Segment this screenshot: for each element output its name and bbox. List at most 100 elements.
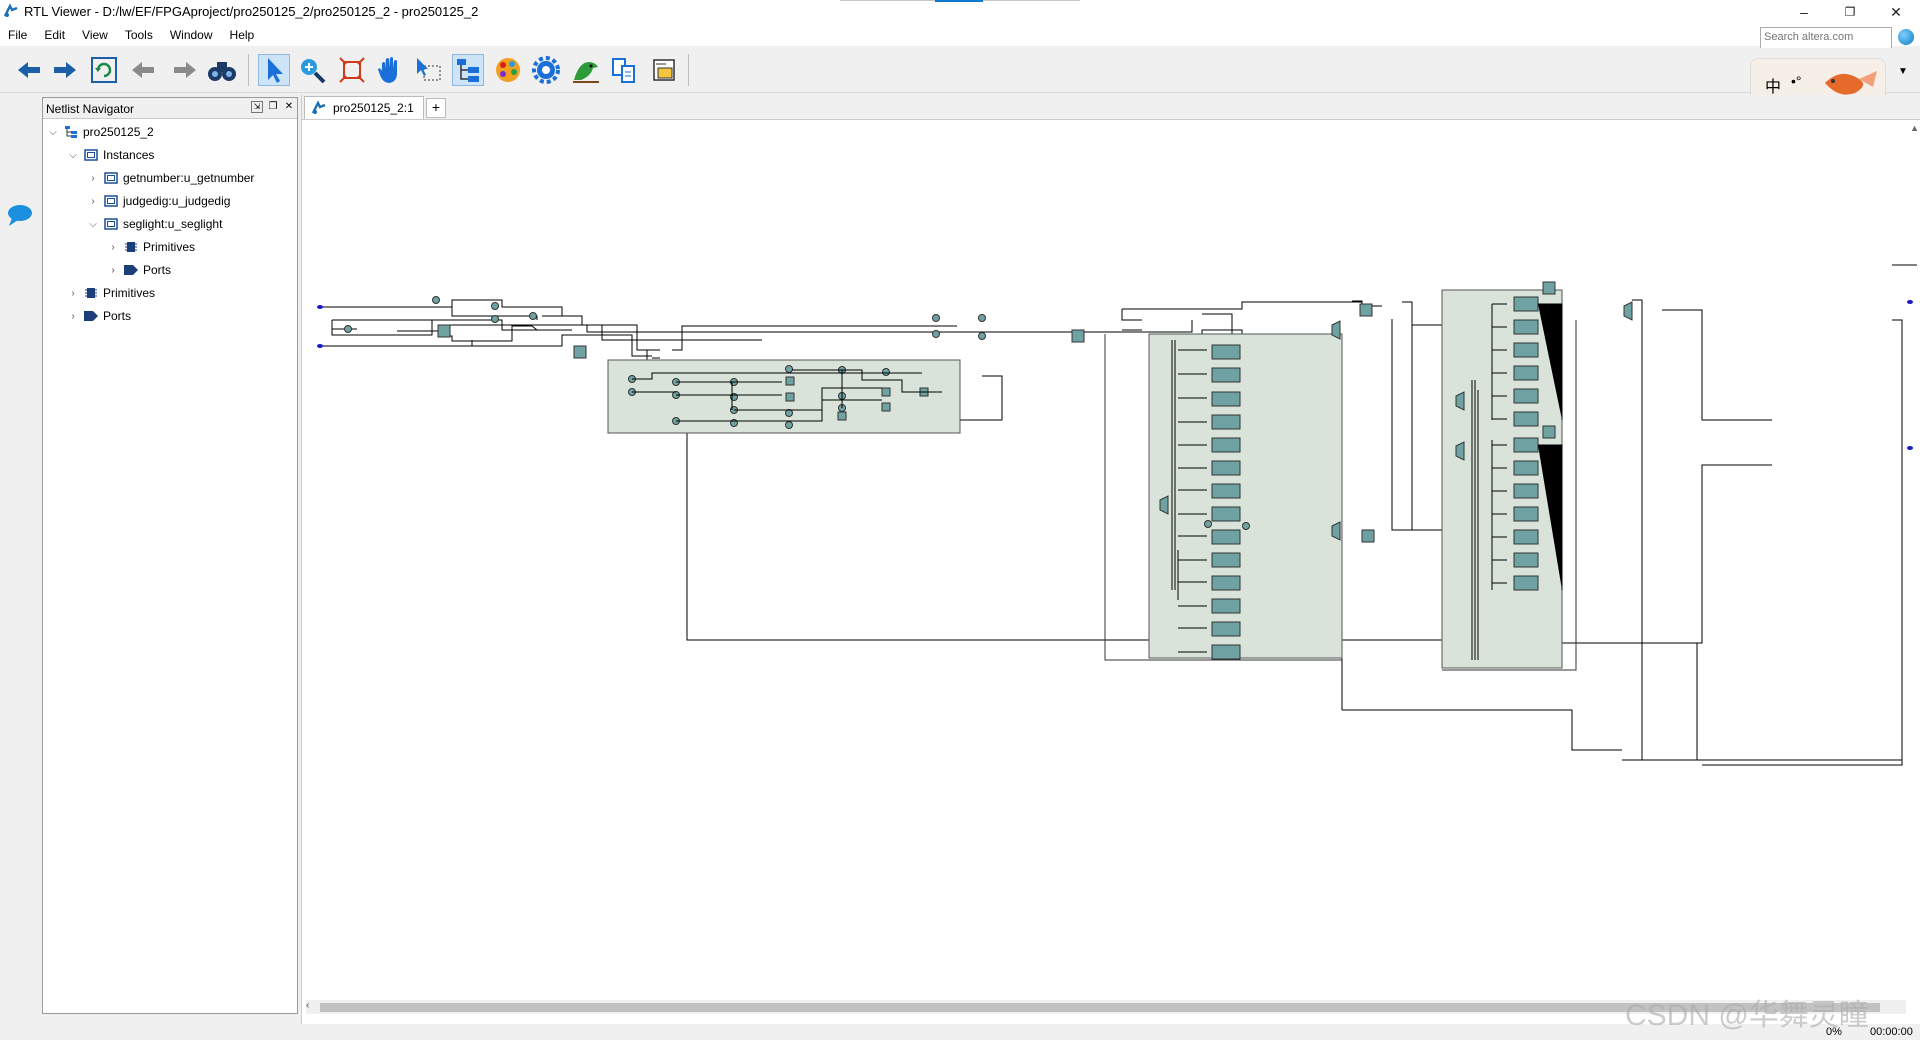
fit-window-button[interactable] <box>336 54 368 86</box>
instance-icon <box>83 147 99 163</box>
menu-file[interactable]: File <box>0 24 36 46</box>
globe-icon[interactable] <box>1898 29 1914 45</box>
output-port[interactable] <box>1907 300 1913 304</box>
menu-view[interactable]: View <box>74 24 117 46</box>
tab-label: pro250125_2:1 <box>333 101 414 115</box>
navigator-header: Netlist Navigator ⇲ ❐ ✕ <box>43 98 297 119</box>
color-button[interactable] <box>492 54 524 86</box>
menu-tools[interactable]: Tools <box>117 24 162 46</box>
export-button[interactable] <box>608 54 640 86</box>
output-port[interactable] <box>1907 446 1913 450</box>
instance-block-seglight-a[interactable] <box>1148 333 1343 659</box>
hand-pan-icon <box>378 57 397 83</box>
tree-item-label: Primitives <box>103 286 156 300</box>
instance-icon <box>103 216 119 232</box>
collapse-chevron-icon[interactable]: ⌵ <box>67 150 79 161</box>
toolbar-separator <box>688 54 689 86</box>
register-cell[interactable] <box>1359 303 1373 317</box>
watermark-text: CSDN @华舞灵瞳 <box>1625 999 1869 1032</box>
toolbar-overflow-arrow[interactable]: ▼ <box>1898 66 1908 77</box>
tree-item-instances[interactable]: ⌵ Instances <box>67 145 154 165</box>
pin-icon[interactable]: ⇲ <box>251 101 263 113</box>
close-panel-icon[interactable]: ✕ <box>283 101 295 113</box>
window-title: RTL Viewer - D:/lw/EF/FPGAproject/pro250… <box>24 4 479 19</box>
tree-item-label: Ports <box>103 309 132 323</box>
tree-item-label: judgedig:u_judgedig <box>123 194 231 208</box>
hierarchy-netlist-icon <box>457 59 479 82</box>
hierarchy-button[interactable] <box>452 54 484 86</box>
print-button[interactable] <box>648 54 680 86</box>
tree-item-seglight[interactable]: ⌵ seglight:u_seglight <box>87 214 222 234</box>
previous-icon <box>132 62 154 78</box>
menu-help[interactable]: Help <box>222 24 264 46</box>
pan-tool-button[interactable] <box>374 54 406 86</box>
tree-item-label: Instances <box>103 148 155 162</box>
tab-pro250125-2[interactable]: pro250125_2:1 <box>304 96 424 119</box>
expand-chevron-icon[interactable]: › <box>107 265 119 276</box>
register-cell[interactable] <box>1542 425 1556 439</box>
expand-chevron-icon[interactable]: › <box>67 311 79 322</box>
tree-item-primitives[interactable]: › Primitives <box>67 283 155 303</box>
toolbar-separator <box>248 54 249 86</box>
area-select-button[interactable] <box>412 54 444 86</box>
ime-chinese-label[interactable]: 中 <box>1765 73 1781 97</box>
expand-chevron-icon[interactable]: › <box>87 196 99 207</box>
input-port[interactable] <box>317 305 323 309</box>
add-tab-button[interactable]: + <box>426 98 446 118</box>
refresh-button[interactable] <box>88 54 120 86</box>
menu-bar: File Edit View Tools Window Help <box>0 24 1920 46</box>
toolbar <box>0 48 1920 93</box>
next-button[interactable] <box>168 54 200 86</box>
search-box[interactable] <box>1760 27 1892 49</box>
instance-block-judgedig[interactable] <box>607 359 961 434</box>
settings-button[interactable] <box>530 54 562 86</box>
register-cell[interactable] <box>1071 329 1085 343</box>
expand-chevron-icon[interactable]: › <box>107 242 119 253</box>
tree-item-seglight-ports[interactable]: › Ports <box>107 260 171 280</box>
tree-item-root[interactable]: ⌵ pro250125_2 <box>47 122 154 142</box>
collapse-chevron-icon[interactable]: ⌵ <box>47 127 59 138</box>
collapse-chevron-icon[interactable]: ⌵ <box>87 219 99 230</box>
menu-window[interactable]: Window <box>162 24 222 46</box>
rtl-schematic[interactable] <box>302 120 1920 1000</box>
port-icon <box>123 262 139 278</box>
register-cell[interactable] <box>437 324 451 338</box>
tree-item-judgedig[interactable]: › judgedig:u_judgedig <box>87 191 230 211</box>
left-dock-strip <box>0 93 42 1023</box>
binoculars-icon <box>208 62 236 81</box>
bird-button[interactable] <box>570 54 602 86</box>
expand-chevron-icon[interactable]: › <box>67 288 79 299</box>
netlist-navigator-panel: Netlist Navigator ⇲ ❐ ✕ ⌵ pro250125_2 ⌵ … <box>42 97 298 1014</box>
next-icon <box>174 62 196 78</box>
register-cell[interactable] <box>573 345 587 359</box>
menu-edit[interactable]: Edit <box>36 24 74 46</box>
hierarchy-icon <box>63 124 79 140</box>
select-tool-button[interactable] <box>258 54 290 86</box>
tree-item-seglight-primitives[interactable]: › Primitives <box>107 237 195 257</box>
tree-item-ports[interactable]: › Ports <box>67 306 131 326</box>
settings-gear-icon <box>532 56 560 84</box>
previous-button[interactable] <box>128 54 160 86</box>
tree-item-getnumber[interactable]: › getnumber:u_getnumber <box>87 168 254 188</box>
scroll-left-arrow[interactable]: ‹ <box>306 1000 309 1011</box>
select-pointer-icon <box>268 58 283 83</box>
close-button[interactable]: ✕ <box>1873 0 1919 24</box>
restore-button[interactable]: ❐ <box>1827 0 1873 24</box>
ime-punctuation-icon[interactable]: •° <box>1791 73 1802 89</box>
input-port[interactable] <box>317 344 323 348</box>
register-cell[interactable] <box>1361 529 1375 543</box>
schematic-view[interactable]: pro250125_2:1 + ▲ ‹ <box>301 95 1920 1025</box>
register-cell[interactable] <box>1542 281 1556 295</box>
search-input[interactable] <box>1761 28 1891 46</box>
zoom-tool-button[interactable] <box>296 54 328 86</box>
forward-button[interactable] <box>48 54 80 86</box>
area-select-icon <box>417 58 441 81</box>
chat-bubble-icon[interactable] <box>6 203 34 227</box>
expand-chevron-icon[interactable]: › <box>87 173 99 184</box>
minimize-button[interactable]: – <box>1781 0 1827 24</box>
refresh-icon <box>91 57 117 83</box>
color-palette-icon <box>496 58 520 82</box>
find-button[interactable] <box>206 54 238 86</box>
back-button[interactable] <box>14 54 46 86</box>
float-icon[interactable]: ❐ <box>267 101 279 113</box>
